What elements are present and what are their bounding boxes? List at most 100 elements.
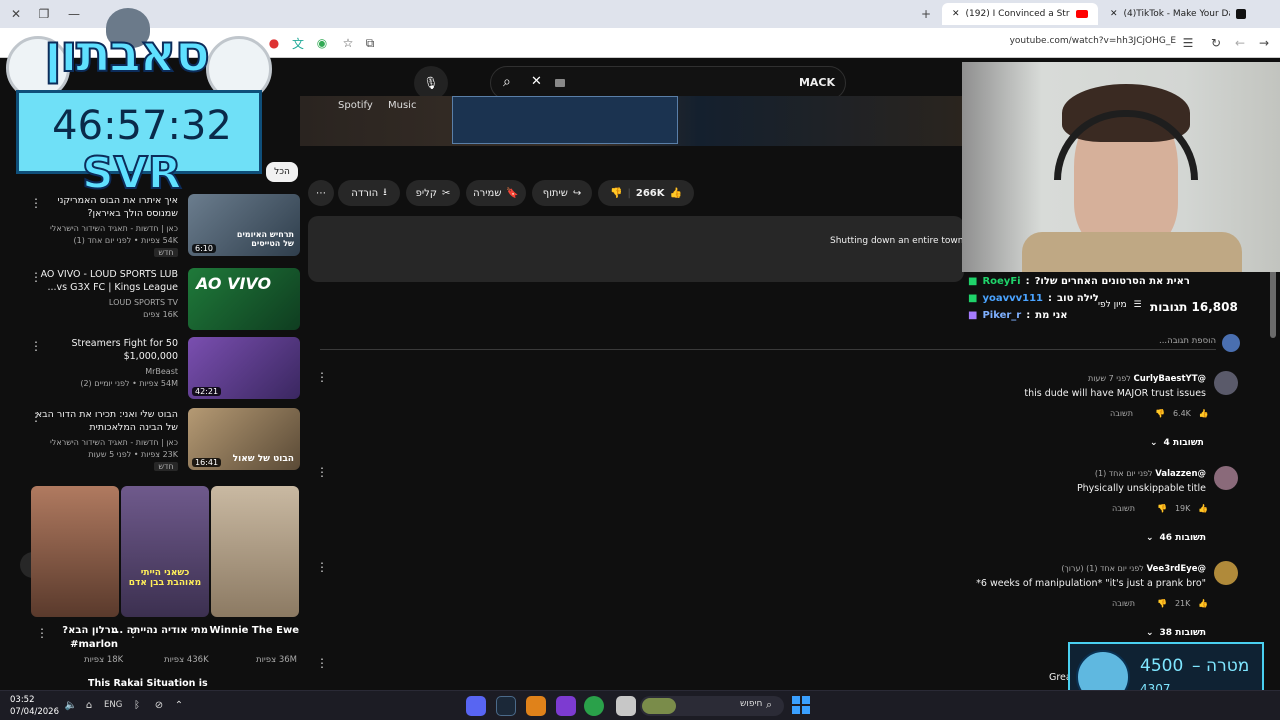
video-thumbnail[interactable]: 42:21 [188,337,300,399]
channel-name[interactable]: כאן | חדשות - תאגיד השידור הישראלי [28,438,178,447]
comment-like-icon[interactable]: 👍 [1198,504,1208,513]
video-title[interactable]: 50 Streamers Fight for $1,000,000 [28,337,179,363]
view-replies-button[interactable]: ⌄ 46 תשובות [1146,533,1206,543]
view-replies-button[interactable]: ⌄ 38 תשובות [1146,628,1206,638]
comment-like-icon[interactable]: 👍 [1198,599,1208,608]
reply-button[interactable]: תשובה [1112,504,1135,513]
taskbar-search[interactable]: חיפוש ⌕ [640,696,784,716]
comment-author[interactable]: @Vee3rdEye [1147,564,1206,574]
search-box[interactable]: ⌕ ✕ MACK [490,66,846,100]
chrome-app-icon[interactable] [584,696,604,716]
url-field[interactable]: youtube.com/watch?v=hh3JCjOHG_E [1010,36,1176,46]
tab-youtube[interactable]: ✕ (192) I Convinced a Stranger to [942,3,1098,25]
comment-avatar[interactable] [1214,561,1238,585]
channel-name[interactable]: LOUD SPORTS TV [28,298,178,307]
new-tab-icon[interactable]: + [918,6,934,22]
comment-menu-icon[interactable]: ⋮ [316,463,328,481]
short-menu-icon[interactable]: ⋮ [127,624,139,642]
view-replies-button[interactable]: ⌄ 4 תשובות [1150,438,1204,448]
video-title[interactable]: AO VIVO - LOUD SPORTS LUB vs G3X FC | Ki… [28,268,178,294]
description-text: Shutting down an entire town wa [830,236,980,246]
close-tab-icon[interactable]: ✕ [1110,9,1118,19]
comment-time: לפני יום אחד (1) (ערוך) [1061,564,1144,573]
volume-icon[interactable]: 🔈 [64,698,78,712]
back-icon[interactable]: → [1256,35,1272,51]
comment-avatar[interactable] [1214,371,1238,395]
search-icon[interactable]: ⌕ [503,74,511,90]
network-icon[interactable]: ⌂ [82,698,96,712]
mic-muted-icon[interactable]: ⊘ [152,698,166,712]
channel-name[interactable]: כאן | חדשות - תאגיד השידור הישראלי [28,224,178,233]
video-title[interactable]: הבוט שלי ואני: תכירו את הדור הבא של הבינ… [28,408,178,434]
comment-dislike-icon[interactable]: 👎 [1155,409,1165,418]
video-meta: 54M צפיות • לפני יומיים (2) [80,379,178,388]
grammarly-icon[interactable]: ◉ [314,35,330,51]
comment-menu-icon[interactable]: ⋮ [316,558,328,576]
clear-search-icon[interactable]: ✕ [531,74,542,89]
file-explorer-icon[interactable] [616,696,636,716]
short-title[interactable]: מרלון הבא? marlon# [18,624,118,652]
channel-name[interactable]: MrBeast [28,367,178,376]
keyboard-icon[interactable] [555,79,565,87]
related-video-1[interactable]: AO VIVO AO VIVO - LOUD SPORTS LUB vs G3X… [20,268,300,332]
more-actions-button[interactable]: ⋯ [308,180,334,206]
video-menu-icon[interactable]: ⋮ [30,408,42,426]
comment-like-icon[interactable]: 👍 [1199,409,1209,418]
like-dislike-pill[interactable]: 👎 | 266K 👍 [598,180,694,206]
close-tab-icon[interactable]: ✕ [952,9,960,19]
related-video-3[interactable]: הבוט של שאול 16:41 הבוט שלי ואני: תכירו … [20,408,300,472]
short-thumbnail-1[interactable]: כשאני הייתי מאוהבת בבן אדם [121,486,209,617]
replies-label: 4 תשובות [1163,438,1204,448]
reply-button[interactable]: תשובה [1112,599,1135,608]
video-menu-icon[interactable]: ⋮ [30,337,42,355]
windows-start-icon[interactable] [792,696,810,714]
language-indicator[interactable]: ENG [104,700,122,710]
comment-time: לפני 7 שעות [1087,374,1131,383]
comment-dislike-icon[interactable]: 👎 [1157,504,1167,513]
forward-icon[interactable]: ← [1232,35,1248,51]
system-clock[interactable]: 03:52 07/04/2026 [10,694,59,718]
share-button[interactable]: שיתוף ↪ [532,180,592,206]
comment-dislike-icon[interactable]: 👎 [1157,599,1167,608]
discord-app-icon[interactable] [466,696,486,716]
short-title[interactable]: Winnie The Ewe [199,624,299,638]
like-icon[interactable]: 👍 [670,188,682,199]
short-title[interactable]: מתי אודיה נהייתה ... [108,624,208,638]
share-page-icon[interactable]: ⧉ [362,35,378,51]
site-settings-icon[interactable]: ☰ [1180,35,1196,51]
comment-avatar[interactable] [1214,466,1238,490]
related-video-2[interactable]: 42:21 50 Streamers Fight for $1,000,000 … [20,337,300,401]
reply-button[interactable]: תשובה [1110,409,1133,418]
tray-expand-icon[interactable]: ⌃ [172,698,186,712]
add-comment-input[interactable]: הוספת תגובה... [1100,336,1216,346]
video-title[interactable]: This Rakai Situation is [88,678,208,689]
bookmark-star-icon[interactable]: ☆ [340,35,356,51]
short-thumbnail-2[interactable] [31,486,119,617]
comment-menu-icon[interactable]: ⋮ [316,368,328,386]
comment-author[interactable]: @CurlyBaestYT [1134,374,1207,384]
bluetooth-icon[interactable]: ᛒ [130,698,144,712]
reload-icon[interactable]: ↻ [1208,35,1224,51]
download-button[interactable]: הורדה ⭳ [338,180,400,206]
voice-search-icon[interactable]: 🎙 [414,66,448,100]
video-menu-icon[interactable]: ⋮ [30,268,42,286]
clip-label: קליפ [415,187,437,199]
comment-author[interactable]: @Valazzen [1155,469,1206,479]
description-box[interactable]: Shutting down an entire town wa [308,216,979,282]
video-thumbnail[interactable]: AO VIVO [188,268,300,330]
translate-icon[interactable]: 文 [290,35,306,51]
clip-button[interactable]: קליפ ✂ [406,180,460,206]
save-button[interactable]: שמירה 🔖 [466,180,526,206]
steam-app-icon[interactable] [496,696,516,716]
app-icon[interactable] [526,696,546,716]
youtube-favicon-icon [1076,10,1088,18]
dislike-icon[interactable]: 👎 [610,188,622,199]
twitch-app-icon[interactable] [556,696,576,716]
search-input[interactable]: MACK [799,76,835,89]
tab-tiktok[interactable]: ✕ (4)TikTok - Make Your Day [1100,3,1256,25]
save-label: שמירה [473,187,502,199]
short-menu-icon[interactable]: ⋮ [36,624,48,642]
video-thumbnail[interactable]: הבוט של שאול 16:41 [188,408,300,470]
short-thumbnail-0[interactable] [211,486,299,617]
comment-menu-icon[interactable]: ⋮ [316,654,328,672]
